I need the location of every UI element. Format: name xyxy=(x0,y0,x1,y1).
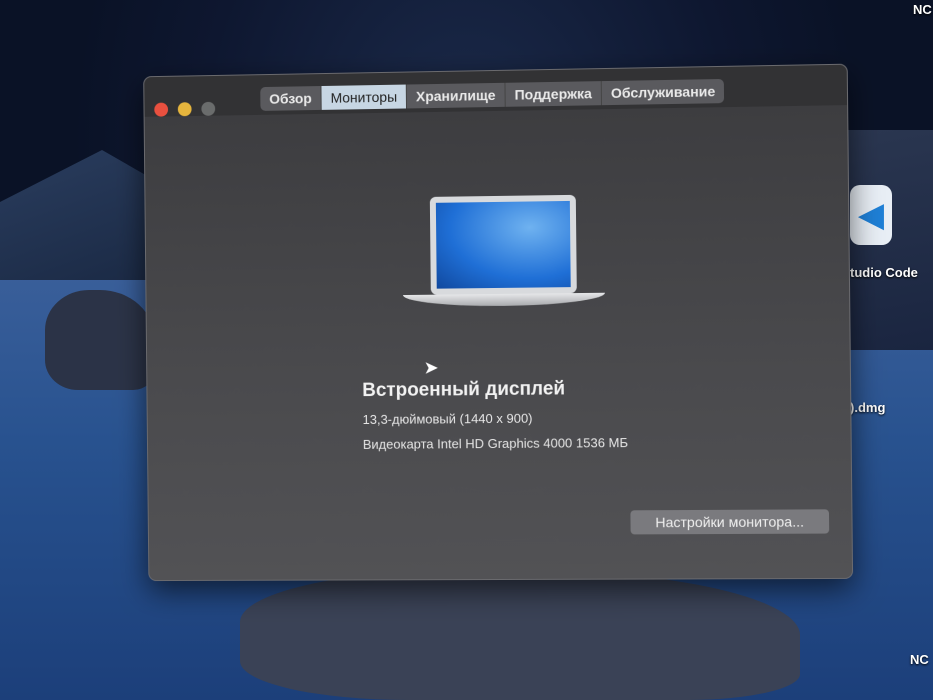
tab-bar: Обзор Мониторы Хранилище Поддержка Обслу… xyxy=(260,78,725,111)
wallpaper-rock xyxy=(45,290,155,390)
vscode-label[interactable]: tudio Code xyxy=(850,265,918,280)
display-gpu: Видеокарта Intel HD Graphics 4000 1536 М… xyxy=(362,435,629,452)
wallpaper-rock xyxy=(240,570,800,700)
tab-storage[interactable]: Хранилище xyxy=(406,82,506,109)
desktop-label[interactable]: NC xyxy=(913,2,932,17)
tab-service[interactable]: Обслуживание xyxy=(602,79,725,105)
tab-overview[interactable]: Обзор xyxy=(260,86,322,111)
laptop-icon xyxy=(402,194,608,317)
tab-displays[interactable]: Мониторы xyxy=(321,84,408,110)
mouse-cursor-icon: ➤ xyxy=(423,357,439,378)
display-preferences-button[interactable]: Настройки монитора... xyxy=(630,509,830,535)
display-title: Встроенный дисплей xyxy=(362,378,566,402)
close-button[interactable] xyxy=(154,102,169,117)
about-this-mac-window: Обзор Мониторы Хранилище Поддержка Обслу… xyxy=(143,63,854,582)
zoom-button[interactable] xyxy=(201,101,216,116)
desktop-label[interactable]: NC xyxy=(910,652,929,667)
minimize-button[interactable] xyxy=(177,102,192,117)
vscode-icon[interactable]: ◀ xyxy=(850,185,892,245)
dmg-label[interactable]: ).dmg xyxy=(850,400,885,415)
tab-support[interactable]: Поддержка xyxy=(505,81,603,107)
display-size: 13,3-дюймовый (1440 x 900) xyxy=(362,410,533,427)
titlebar: Обзор Мониторы Хранилище Поддержка Обслу… xyxy=(144,64,848,117)
